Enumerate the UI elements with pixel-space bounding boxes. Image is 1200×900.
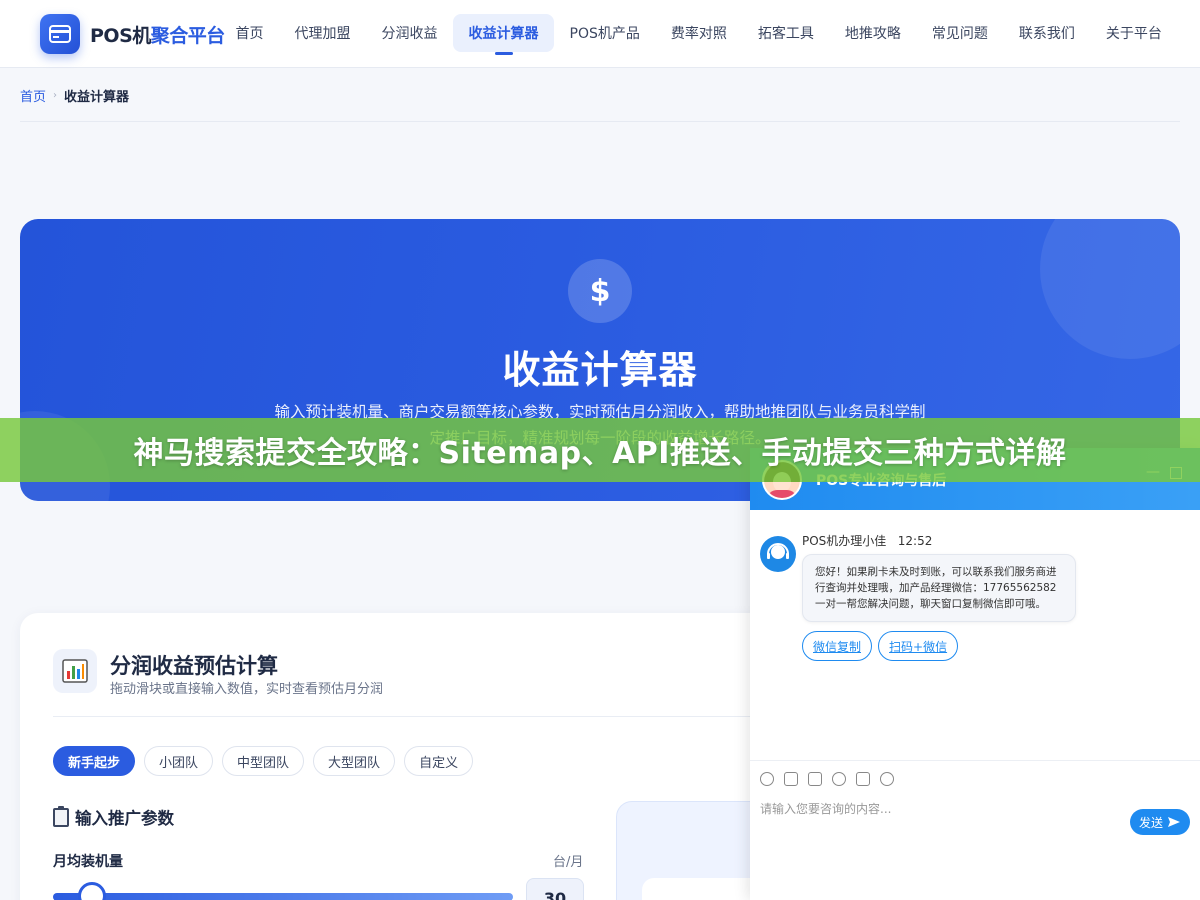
calculator-subtitle: 拖动滑块或直接输入数值，实时查看预估月分润 — [110, 682, 384, 697]
page-title: 收益计算器 — [502, 348, 698, 392]
image-icon[interactable] — [784, 771, 798, 786]
main-nav: 首页 代理加盟 分润收益 收益计算器 POS机产品 费率对照 拓客工具 地推攻略… — [220, 14, 1177, 55]
quick-replies: 微信复制 扫码+微信 — [802, 631, 964, 661]
emoji-icon[interactable] — [760, 771, 774, 786]
decor-circle — [1040, 219, 1180, 359]
dollar-icon: $ — [568, 259, 632, 323]
screenshot-icon[interactable] — [808, 771, 822, 786]
article-title-banner: 神马搜索提交全攻略：Sitemap、API推送、手动提交三种方式详解 — [0, 418, 1200, 482]
calculator-card: 分润收益预估计算 拖动滑块或直接输入数值，实时查看预估月分润 新手起步 小团队 … — [20, 613, 822, 900]
preset-chips: 新手起步 小团队 中型团队 大型团队 自定义 — [53, 746, 482, 776]
nav-pos-products[interactable]: POS机产品 — [554, 14, 655, 52]
install-volume-slider-track[interactable] — [53, 893, 513, 900]
preset-small-team[interactable]: 小团队 — [144, 746, 214, 776]
divider — [53, 716, 773, 717]
preset-large-team[interactable]: 大型团队 — [313, 746, 396, 776]
logo-text: POS机聚合平台 — [90, 24, 225, 47]
nav-promo-guide[interactable]: 地推攻略 — [829, 14, 916, 52]
rating-icon[interactable] — [832, 771, 846, 786]
section-title: 输入推广参数 — [53, 805, 174, 829]
install-volume-unit: 台/月 — [553, 855, 584, 870]
nav-profit-share[interactable]: 分润收益 — [366, 14, 453, 52]
message-meta: POS机办理小佳 12:52 — [802, 532, 932, 549]
wechat-icon[interactable] — [880, 771, 894, 786]
service-avatar-icon — [760, 536, 796, 572]
send-icon — [1168, 817, 1180, 827]
chevron-right-icon: › — [53, 90, 58, 101]
nav-rate-compare[interactable]: 费率对照 — [655, 14, 742, 52]
send-label: 发送 — [1138, 815, 1163, 830]
bar-chart-icon — [53, 649, 97, 693]
card-icon — [40, 14, 80, 54]
nav-about[interactable]: 关于平台 — [1090, 14, 1177, 52]
send-button[interactable]: 发送 — [1130, 809, 1190, 835]
install-volume-slider-thumb[interactable] — [78, 882, 106, 900]
nav-home[interactable]: 首页 — [220, 14, 279, 52]
divider — [20, 121, 1180, 122]
install-volume-label: 月均装机量 — [53, 854, 123, 870]
nav-customer-tools[interactable]: 拓客工具 — [742, 14, 829, 52]
section-title-text: 输入推广参数 — [75, 809, 174, 828]
message-bubble: 您好！如果刷卡未及时到账，可以联系我们服务商进行查询并处理哦，加产品经理微信：1… — [802, 554, 1076, 622]
message-time: 12:52 — [897, 534, 933, 548]
banner-text: 神马搜索提交全攻略：Sitemap、API推送、手动提交三种方式详解 — [133, 436, 1067, 471]
chat-toolbar — [750, 760, 1200, 796]
chat-input[interactable]: 请输入您要咨询的内容... — [760, 800, 891, 817]
nav-contact[interactable]: 联系我们 — [1003, 14, 1090, 52]
copy-wechat-button[interactable]: 微信复制 — [802, 631, 873, 661]
clipboard-icon — [53, 805, 69, 827]
sound-icon[interactable] — [856, 771, 870, 786]
chat-widget: POS专业咨询与售后 — POS机办理小佳 12:52 您好！如果刷卡未及时到账… — [750, 448, 1200, 900]
breadcrumb-home[interactable]: 首页 — [20, 86, 46, 105]
site-logo[interactable]: POS机聚合平台 — [40, 14, 225, 54]
preset-beginner[interactable]: 新手起步 — [53, 746, 136, 776]
nav-faq[interactable]: 常见问题 — [916, 14, 1003, 52]
scan-wechat-button[interactable]: 扫码+微信 — [878, 631, 959, 661]
agent-name: POS机办理小佳 — [802, 534, 887, 548]
calculator-title: 分润收益预估计算 — [110, 654, 278, 678]
nav-agent-join[interactable]: 代理加盟 — [279, 14, 366, 52]
preset-custom[interactable]: 自定义 — [404, 746, 474, 776]
install-volume-input[interactable]: 30 — [526, 878, 584, 900]
top-navbar: POS机聚合平台 首页 代理加盟 分润收益 收益计算器 POS机产品 费率对照 … — [0, 0, 1200, 68]
nav-calculator[interactable]: 收益计算器 — [453, 14, 554, 55]
breadcrumb-current: 收益计算器 — [64, 90, 130, 105]
preset-medium-team[interactable]: 中型团队 — [222, 746, 305, 776]
breadcrumb: 首页 › 收益计算器 — [20, 86, 129, 105]
